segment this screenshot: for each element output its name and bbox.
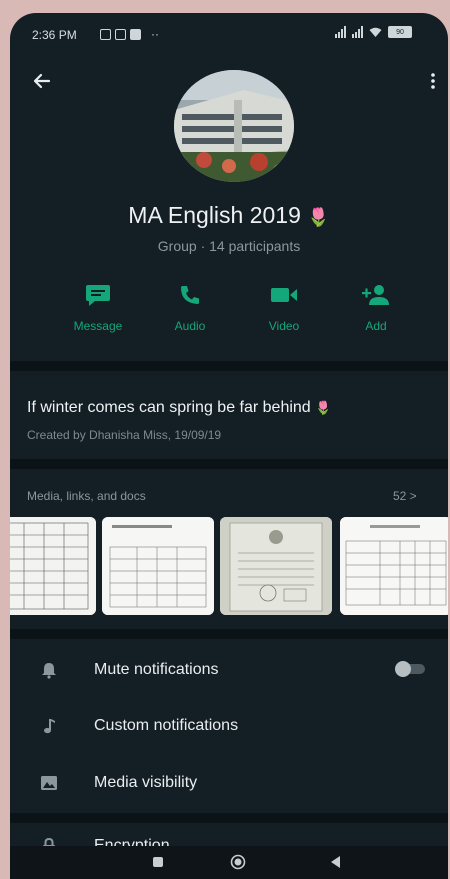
tulip-emoji: 🌷 bbox=[307, 207, 330, 227]
home-circle-icon[interactable] bbox=[230, 854, 246, 870]
wifi-icon bbox=[369, 27, 382, 37]
phone-icon bbox=[181, 286, 199, 304]
mute-toggle-switch[interactable] bbox=[393, 661, 427, 677]
signal-icon bbox=[352, 26, 363, 38]
notification-icon bbox=[100, 28, 111, 40]
document-thumbnail bbox=[340, 517, 448, 615]
battery-icon: 90 bbox=[388, 26, 412, 38]
media-visibility-label: Media visibility bbox=[94, 774, 198, 791]
audio-label: Audio bbox=[174, 319, 206, 333]
status-bar: 2:36 PM ·· 90 bbox=[10, 13, 448, 57]
bell-icon bbox=[42, 663, 56, 679]
custom-notifications-label: Custom notifications bbox=[94, 717, 239, 734]
add-label: Add bbox=[365, 319, 387, 333]
system-icons: 90 bbox=[335, 26, 412, 38]
media-thumbnail[interactable] bbox=[102, 517, 214, 615]
status-time: 2:36 PM bbox=[32, 28, 77, 42]
system-navigation-bar bbox=[10, 846, 448, 879]
media-thumbnails bbox=[10, 517, 448, 615]
media-links-docs-header[interactable]: Media, links, and docs bbox=[27, 489, 146, 503]
section-divider bbox=[10, 459, 448, 469]
message-icon bbox=[86, 285, 110, 306]
document-thumbnail bbox=[102, 517, 214, 615]
message-button[interactable]: Message bbox=[62, 281, 134, 333]
group-name: MA English 2019 bbox=[128, 202, 301, 228]
battery-level: 90 bbox=[396, 28, 404, 36]
group-title: MA English 2019 🌷 bbox=[10, 202, 448, 229]
audio-call-button[interactable]: Audio bbox=[154, 281, 226, 333]
back-arrow-icon[interactable] bbox=[32, 71, 52, 91]
mute-notifications-label: Mute notifications bbox=[94, 661, 219, 678]
media-thumbnail[interactable] bbox=[340, 517, 448, 615]
participant-count: Group · 14 participants bbox=[157, 238, 301, 254]
section-divider bbox=[10, 813, 448, 823]
media-thumbnail[interactable] bbox=[10, 517, 96, 615]
mute-notifications-row[interactable]: Mute notifications bbox=[40, 655, 420, 683]
action-bar: Message Audio Video Add bbox=[62, 281, 442, 341]
add-person-icon bbox=[362, 285, 389, 305]
tulip-emoji: 🌷 bbox=[315, 400, 332, 415]
description-text: If winter comes can spring be far behind bbox=[27, 399, 311, 416]
more-options-icon[interactable] bbox=[430, 71, 436, 91]
custom-notifications-row[interactable]: Custom notifications bbox=[40, 711, 420, 739]
video-camera-icon bbox=[271, 288, 297, 302]
back-triangle-icon[interactable] bbox=[328, 854, 344, 870]
section-divider bbox=[10, 629, 448, 639]
group-avatar[interactable] bbox=[174, 70, 294, 182]
add-participant-button[interactable]: Add bbox=[340, 281, 412, 333]
media-visibility-row[interactable]: Media visibility bbox=[40, 768, 420, 796]
building-photo bbox=[174, 70, 294, 182]
document-thumbnail bbox=[10, 517, 96, 615]
media-count-link[interactable]: 52 > bbox=[393, 489, 417, 503]
video-call-button[interactable]: Video bbox=[248, 281, 320, 333]
media-thumbnail[interactable] bbox=[220, 517, 332, 615]
more-notifications-icon: ·· bbox=[151, 27, 159, 41]
notification-icons: ·· bbox=[100, 27, 159, 41]
signal-icon bbox=[335, 26, 346, 38]
music-note-icon bbox=[44, 719, 55, 734]
phone-screen: 2:36 PM ·· 90 MA English 2019 🌷 Group · … bbox=[10, 13, 448, 879]
image-icon bbox=[41, 776, 57, 790]
certificate-thumbnail bbox=[220, 517, 332, 615]
video-label: Video bbox=[268, 319, 300, 333]
recents-square-icon[interactable] bbox=[150, 854, 166, 870]
group-description[interactable]: If winter comes can spring be far behind… bbox=[27, 399, 331, 417]
section-divider bbox=[10, 361, 448, 371]
notification-icon bbox=[130, 28, 141, 40]
notification-icon bbox=[115, 28, 126, 40]
created-by-text: Created by Dhanisha Miss, 19/09/19 bbox=[27, 428, 222, 442]
message-label: Message bbox=[73, 319, 123, 333]
